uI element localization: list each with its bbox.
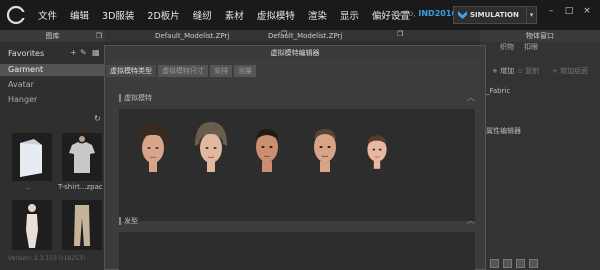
maximize-icon[interactable]: □ bbox=[563, 6, 575, 22]
pants-tile[interactable] bbox=[62, 200, 102, 250]
tab-fabric[interactable]: 织物 bbox=[500, 42, 514, 52]
edit-icon[interactable]: ✎ bbox=[80, 48, 87, 57]
avatar-figure-icon bbox=[26, 204, 38, 248]
user-name: IND2016 bbox=[418, 9, 457, 18]
wireframe-icon[interactable] bbox=[503, 259, 512, 268]
panel-restore-icon[interactable]: ❐ bbox=[96, 30, 102, 42]
render-mode-icon[interactable] bbox=[490, 259, 499, 268]
tab-avatar-type[interactable]: 虚拟模特类型 bbox=[106, 65, 156, 77]
collapse-hair-icon[interactable]: ︿ bbox=[467, 214, 475, 228]
object-browser-title: 物体窗口 bbox=[480, 30, 600, 42]
menu-render[interactable]: 渲染 bbox=[308, 8, 327, 22]
tab-buttonhole[interactable]: 扣眼 bbox=[524, 42, 538, 52]
collapse-icon[interactable]: ︿ bbox=[467, 91, 475, 105]
tshirt-tile[interactable] bbox=[62, 133, 102, 181]
user-greeting: Hello, IND2016 bbox=[393, 9, 457, 18]
fabric-item[interactable]: _Fabric bbox=[486, 87, 600, 95]
folder-icon bbox=[20, 139, 42, 177]
pants-icon bbox=[74, 205, 90, 246]
document-tabs: Default_Modelist.ZPrj ❐ Default_Modelist… bbox=[105, 30, 480, 42]
menu-materials[interactable]: 素材 bbox=[225, 8, 244, 22]
avatar-tile[interactable] bbox=[12, 200, 52, 250]
add-group-button[interactable]: + 增加组面 bbox=[552, 66, 588, 76]
library-title: 图库 ❐ bbox=[0, 30, 105, 42]
version-label: Version: 2.3.153 (r18253) bbox=[8, 255, 86, 262]
hair-section-header[interactable]: 发型 ︿ bbox=[119, 214, 475, 228]
menu-items: 文件 编辑 3D服装 2D板片 缝纫 素材 虚拟模特 渲染 显示 偏好设置 bbox=[38, 0, 423, 30]
menu-sewing[interactable]: 缝纫 bbox=[193, 8, 212, 22]
minimize-icon[interactable]: – bbox=[545, 6, 557, 22]
object-browser-title-text: 物体窗口 bbox=[526, 32, 554, 40]
simulation-dropdown-icon[interactable]: ▾ bbox=[526, 6, 537, 24]
library-title-text: 图库 bbox=[45, 32, 60, 40]
favorites-label[interactable]: Favorites bbox=[8, 49, 44, 58]
folder-tile[interactable] bbox=[12, 133, 52, 181]
viewport-toolbar bbox=[490, 257, 600, 270]
tshirt-icon bbox=[69, 136, 95, 173]
female-avatar-2-icon[interactable] bbox=[191, 120, 231, 172]
lighting-icon[interactable] bbox=[529, 259, 538, 268]
section-marker-hair bbox=[119, 217, 121, 225]
library-item-hanger[interactable]: Hanger bbox=[8, 95, 37, 104]
app-logo-icon bbox=[6, 5, 26, 25]
refresh-icon[interactable]: ↻ bbox=[94, 114, 101, 123]
property-editor-title: 属性编辑器 bbox=[486, 127, 521, 135]
male-avatar-1-icon[interactable] bbox=[247, 120, 287, 172]
simulation-label: SIMULATION bbox=[470, 11, 519, 19]
female-avatar-1-icon[interactable] bbox=[133, 120, 173, 172]
simulation-icon bbox=[458, 11, 467, 19]
dialog-tabs: 虚拟模特类型 虚拟模特尺寸 安排 测量 bbox=[106, 65, 258, 77]
section-marker bbox=[119, 94, 121, 102]
avatar-section-header[interactable]: 虚拟模特 ︿ bbox=[119, 91, 475, 105]
menu-2d-pattern[interactable]: 2D板片 bbox=[147, 8, 179, 22]
copy-fabric-button[interactable]: ▫ 复制 bbox=[518, 66, 539, 76]
avatar-gallery bbox=[119, 109, 475, 221]
menu-file[interactable]: 文件 bbox=[38, 8, 57, 22]
document-tab-2[interactable]: Default_Modelist.ZPrj bbox=[268, 30, 342, 42]
library-item-garment[interactable]: Garment bbox=[0, 64, 105, 76]
tab-measure[interactable]: 测量 bbox=[234, 65, 256, 77]
menubar: 文件 编辑 3D服装 2D板片 缝纫 素材 虚拟模特 渲染 显示 偏好设置 He… bbox=[0, 0, 600, 30]
object-browser-panel: 物体窗口 织物 扣眼 + 增加 ▫ 复制 + 增加组面 _Fabric 属性编辑… bbox=[480, 30, 600, 270]
hello-prefix: Hello, bbox=[393, 9, 416, 18]
library-item-avatar[interactable]: Avatar bbox=[8, 80, 34, 89]
menu-avatar[interactable]: 虚拟模特 bbox=[257, 8, 295, 22]
child-avatar-icon[interactable] bbox=[361, 125, 393, 171]
simulation-button[interactable]: SIMULATION bbox=[453, 6, 527, 24]
menu-display[interactable]: 显示 bbox=[340, 8, 359, 22]
menu-edit[interactable]: 编辑 bbox=[70, 8, 89, 22]
male-avatar-2-icon[interactable] bbox=[305, 120, 345, 172]
hair-section-label: 发型 bbox=[124, 217, 138, 225]
dialog-title: 虚拟模特编辑器 bbox=[105, 46, 485, 60]
add-folder-icon[interactable]: + bbox=[70, 48, 77, 57]
view-toggle-icon[interactable]: ▦ bbox=[92, 48, 100, 57]
avatar-section-label: 虚拟模特 bbox=[124, 94, 152, 102]
hair-gallery bbox=[119, 232, 475, 270]
tab-restore-icon-2[interactable]: ❐ bbox=[397, 30, 403, 38]
menu-3d-garment[interactable]: 3D服装 bbox=[102, 8, 134, 22]
tab-arrangement[interactable]: 安排 bbox=[210, 65, 232, 77]
folder-tile-label: .. bbox=[26, 183, 31, 191]
add-group-label: 增加组面 bbox=[560, 67, 589, 75]
copy-fabric-label: 复制 bbox=[524, 67, 539, 75]
avatar-editor-dialog: 虚拟模特编辑器 虚拟模特类型 虚拟模特尺寸 安排 测量 虚拟模特 ︿ 发型 ︿ bbox=[104, 45, 486, 270]
tshirt-tile-label: T-shirt...zpac bbox=[58, 183, 103, 191]
add-fabric-label: 增加 bbox=[500, 67, 515, 75]
close-icon[interactable]: × bbox=[581, 6, 593, 22]
texture-icon[interactable] bbox=[516, 259, 525, 268]
document-tab-1[interactable]: Default_Modelist.ZPrj bbox=[155, 30, 229, 42]
tab-avatar-size[interactable]: 虚拟模特尺寸 bbox=[158, 65, 208, 77]
add-fabric-button[interactable]: + 增加 bbox=[492, 66, 514, 76]
